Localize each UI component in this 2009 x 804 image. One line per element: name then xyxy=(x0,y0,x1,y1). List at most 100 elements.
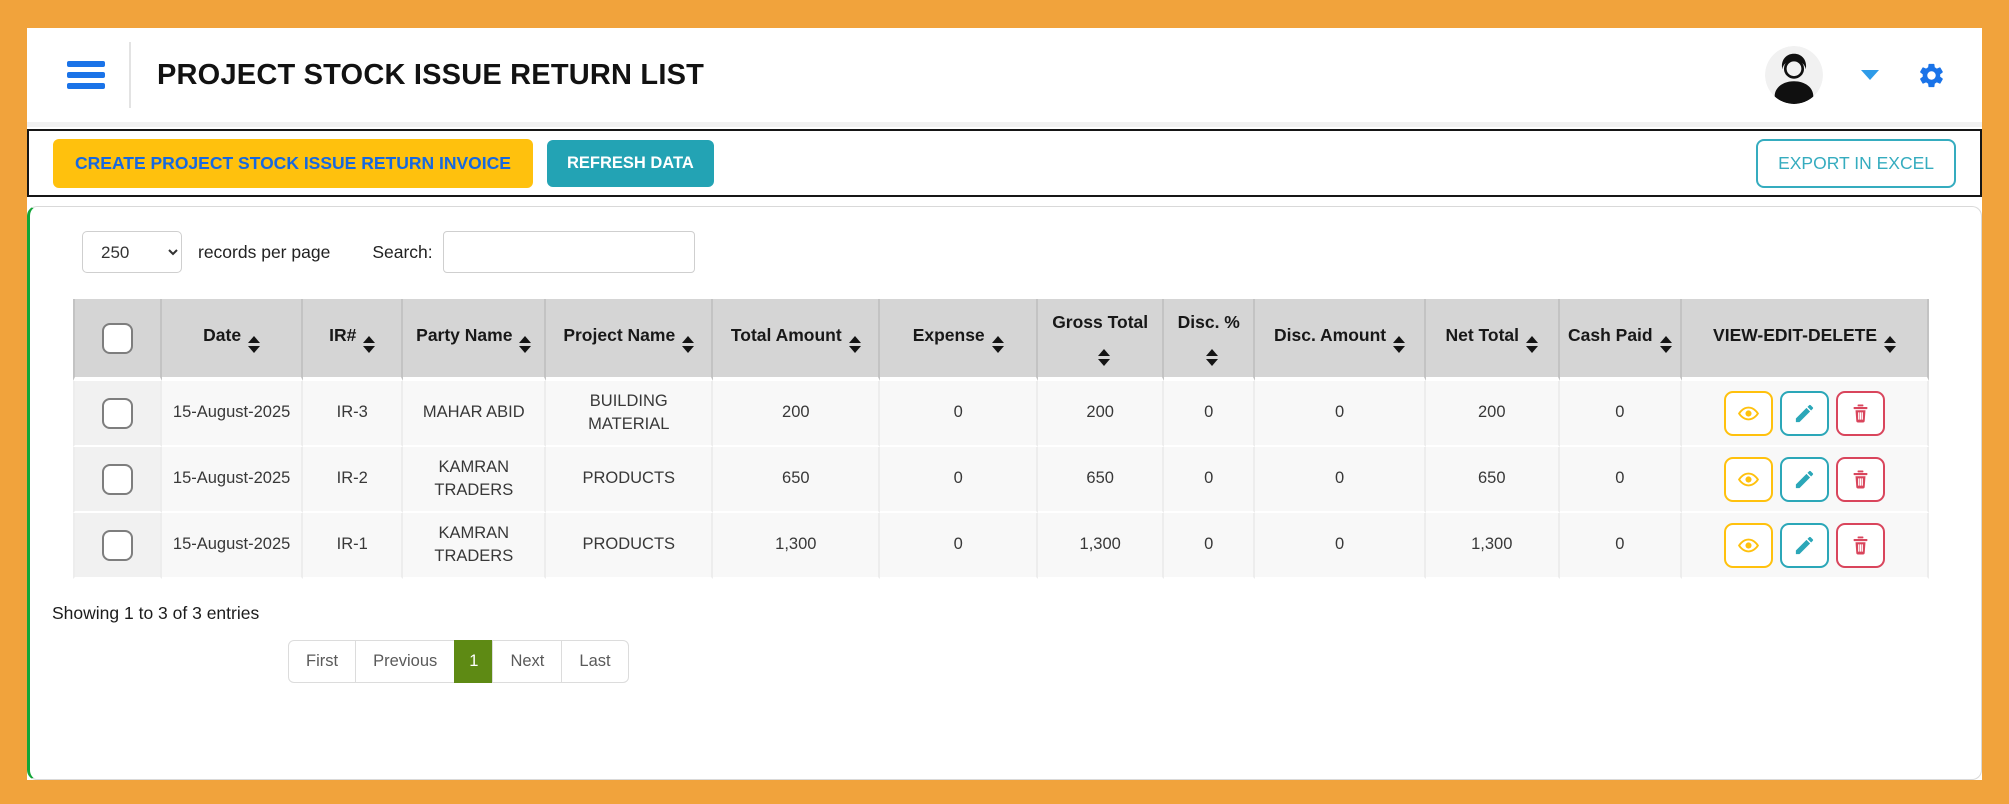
sort-icon xyxy=(1393,336,1405,353)
cell-actions xyxy=(1682,513,1929,579)
sort-icon xyxy=(1098,349,1110,366)
edit-button[interactable] xyxy=(1780,523,1829,568)
refresh-data-button[interactable]: REFRESH DATA xyxy=(547,140,714,187)
column-header-party-name[interactable]: Party Name xyxy=(403,299,546,381)
main-window: PROJECT STOCK ISSUE RETURN LIST xyxy=(27,28,1982,780)
sort-icon xyxy=(519,336,531,353)
export-excel-button[interactable]: EXPORT IN EXCEL xyxy=(1756,139,1956,188)
action-toolbar: CREATE PROJECT STOCK ISSUE RETURN INVOIC… xyxy=(27,129,1982,197)
cell-disc-amt: 0 xyxy=(1255,381,1426,447)
sort-icon xyxy=(849,336,861,353)
page-title: PROJECT STOCK ISSUE RETURN LIST xyxy=(157,59,704,92)
cell-cash: 0 xyxy=(1560,447,1682,513)
data-table: Date IR# Party Name Project Name Total A… xyxy=(73,299,1929,579)
cell-cash: 0 xyxy=(1560,513,1682,579)
cell-ir: IR-1 xyxy=(303,513,403,579)
table-row: 15-August-2025 IR-2 KAMRAN TRADERS PRODU… xyxy=(73,447,1929,513)
column-header-gross-total[interactable]: Gross Total xyxy=(1038,299,1164,381)
delete-button[interactable] xyxy=(1836,457,1885,502)
view-button[interactable] xyxy=(1724,523,1773,568)
cell-disc-pct: 0 xyxy=(1164,381,1255,447)
pagination-next[interactable]: Next xyxy=(492,640,562,683)
cell-disc-amt: 0 xyxy=(1255,447,1426,513)
cell-date: 15-August-2025 xyxy=(162,513,303,579)
records-per-page-label: records per page xyxy=(198,242,330,263)
column-header-cash-paid[interactable]: Cash Paid xyxy=(1560,299,1682,381)
cell-gross: 1,300 xyxy=(1038,513,1164,579)
cell-expense: 0 xyxy=(880,447,1038,513)
hamburger-icon[interactable] xyxy=(67,61,105,89)
cell-disc-amt: 0 xyxy=(1255,513,1426,579)
table-panel: 250 records per page Search: Date IR# xyxy=(27,206,1982,780)
sort-icon xyxy=(992,336,1004,353)
table-controls: 250 records per page Search: xyxy=(82,231,1981,273)
column-header-project-name[interactable]: Project Name xyxy=(546,299,713,381)
sort-icon xyxy=(1206,349,1218,366)
table-row: 15-August-2025 IR-3 MAHAR ABID BUILDING … xyxy=(73,381,1929,447)
row-checkbox[interactable] xyxy=(102,464,133,495)
cell-date: 15-August-2025 xyxy=(162,447,303,513)
search-input[interactable] xyxy=(443,231,695,273)
user-avatar-icon[interactable] xyxy=(1765,46,1823,104)
column-header-date[interactable]: Date xyxy=(162,299,303,381)
select-all-checkbox[interactable] xyxy=(102,323,133,354)
pagination-last[interactable]: Last xyxy=(561,640,628,683)
cell-expense: 0 xyxy=(880,513,1038,579)
cell-project: BUILDING MATERIAL xyxy=(546,381,713,447)
sort-icon xyxy=(1526,336,1538,353)
sort-icon xyxy=(682,336,694,353)
cell-disc-pct: 0 xyxy=(1164,447,1255,513)
pagination: First Previous 1 Next Last xyxy=(288,640,629,683)
row-checkbox[interactable] xyxy=(102,398,133,429)
column-header-disc-pct[interactable]: Disc. % xyxy=(1164,299,1255,381)
edit-button[interactable] xyxy=(1780,391,1829,436)
gear-icon[interactable] xyxy=(1917,61,1946,90)
column-header-total-amount[interactable]: Total Amount xyxy=(713,299,880,381)
view-button[interactable] xyxy=(1724,457,1773,502)
cell-project: PRODUCTS xyxy=(546,513,713,579)
search-label: Search: xyxy=(372,242,432,263)
cell-ir: IR-2 xyxy=(303,447,403,513)
cell-project: PRODUCTS xyxy=(546,447,713,513)
column-header-net-total[interactable]: Net Total xyxy=(1426,299,1560,381)
sort-icon xyxy=(363,336,375,353)
cell-disc-pct: 0 xyxy=(1164,513,1255,579)
sort-icon xyxy=(1660,336,1672,353)
cell-party: KAMRAN TRADERS xyxy=(403,513,546,579)
table-header-row: Date IR# Party Name Project Name Total A… xyxy=(73,299,1929,381)
cell-net: 650 xyxy=(1426,447,1560,513)
row-checkbox[interactable] xyxy=(102,530,133,561)
delete-button[interactable] xyxy=(1836,391,1885,436)
showing-entries-text: Showing 1 to 3 of 3 entries xyxy=(52,603,1981,624)
header-divider xyxy=(129,42,131,108)
delete-button[interactable] xyxy=(1836,523,1885,568)
caret-down-icon[interactable] xyxy=(1861,70,1879,80)
pagination-previous[interactable]: Previous xyxy=(355,640,455,683)
column-header-expense[interactable]: Expense xyxy=(880,299,1038,381)
header-select-all-cell xyxy=(73,299,162,381)
cell-gross: 650 xyxy=(1038,447,1164,513)
column-header-ir[interactable]: IR# xyxy=(303,299,403,381)
pagination-first[interactable]: First xyxy=(288,640,356,683)
data-table-wrap: Date IR# Party Name Project Name Total A… xyxy=(73,299,1929,579)
cell-net: 200 xyxy=(1426,381,1560,447)
pagination-page-1[interactable]: 1 xyxy=(454,640,493,683)
sort-icon xyxy=(248,336,260,353)
cell-actions xyxy=(1682,381,1929,447)
column-header-view-edit-delete[interactable]: VIEW-EDIT-DELETE xyxy=(1682,299,1929,381)
cell-date: 15-August-2025 xyxy=(162,381,303,447)
column-header-disc-amount[interactable]: Disc. Amount xyxy=(1255,299,1426,381)
page-size-select[interactable]: 250 xyxy=(82,231,182,273)
sort-icon xyxy=(1884,336,1896,353)
cell-cash: 0 xyxy=(1560,381,1682,447)
cell-expense: 0 xyxy=(880,381,1038,447)
cell-party: KAMRAN TRADERS xyxy=(403,447,546,513)
cell-actions xyxy=(1682,447,1929,513)
cell-party: MAHAR ABID xyxy=(403,381,546,447)
create-invoice-button[interactable]: CREATE PROJECT STOCK ISSUE RETURN INVOIC… xyxy=(53,139,533,188)
view-button[interactable] xyxy=(1724,391,1773,436)
edit-button[interactable] xyxy=(1780,457,1829,502)
table-row: 15-August-2025 IR-1 KAMRAN TRADERS PRODU… xyxy=(73,513,1929,579)
cell-ir: IR-3 xyxy=(303,381,403,447)
cell-total: 200 xyxy=(713,381,880,447)
